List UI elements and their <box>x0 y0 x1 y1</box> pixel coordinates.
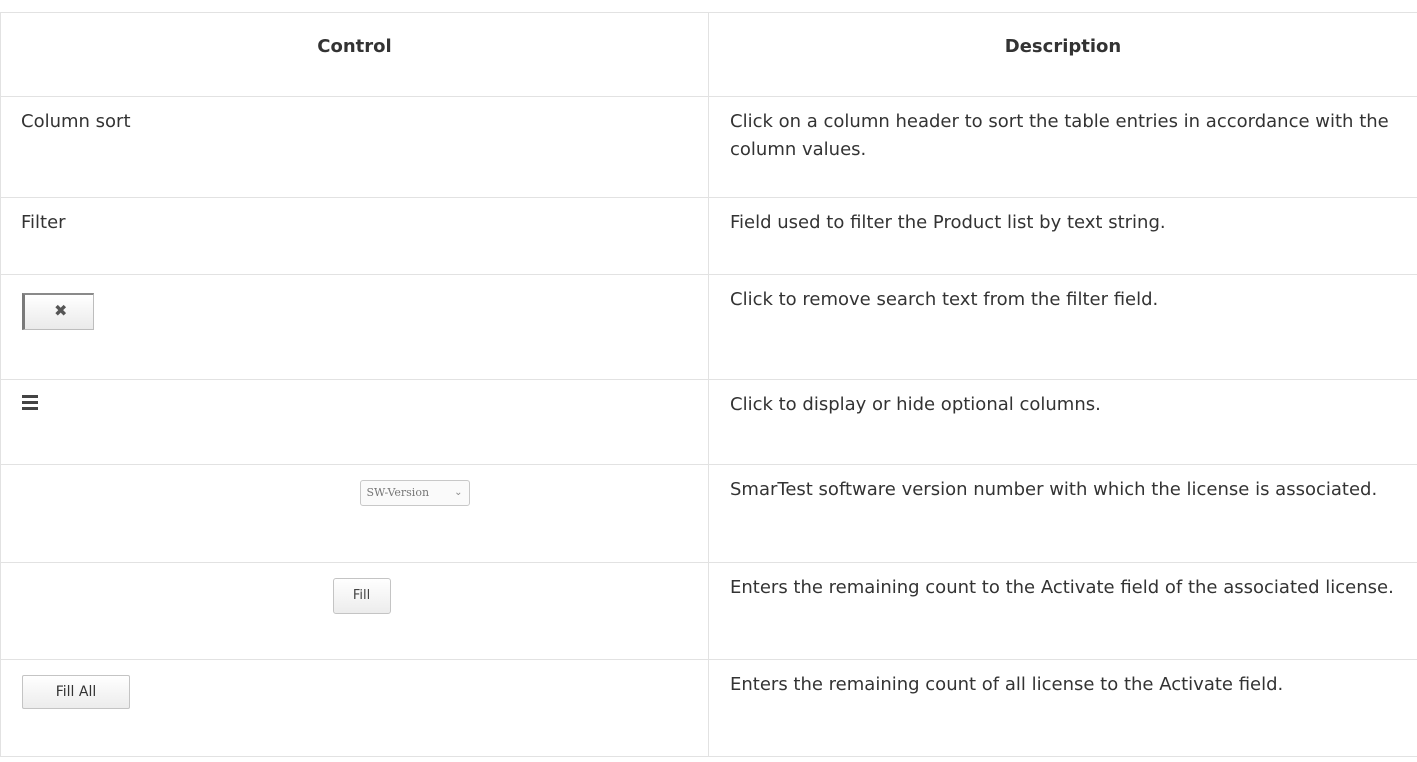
control-description: Enters the remaining count of all licens… <box>730 674 1284 695</box>
hamburger-menu-icon[interactable] <box>22 395 38 410</box>
control-description: Enters the remaining count to the Activa… <box>730 577 1394 598</box>
controls-table: Control Description Column sort Click on… <box>0 12 1417 757</box>
sw-version-select[interactable]: SW-Version ⌄ <box>359 480 470 506</box>
control-name: Column sort <box>21 111 131 132</box>
table-row: Filter Field used to filter the Product … <box>0 197 1417 275</box>
sw-version-select-value: SW-Version <box>366 486 430 499</box>
table-row: ✖ Click to remove search text from the f… <box>0 274 1417 380</box>
control-name: Filter <box>21 212 66 233</box>
table-row: Fill Enters the remaining count to the A… <box>0 562 1417 660</box>
table-row: Click to display or hide optional column… <box>0 379 1417 465</box>
document-page: Control Description Column sort Click on… <box>0 12 1417 757</box>
clear-x-icon: ✖ <box>54 301 68 320</box>
header-description: Description <box>708 12 1417 97</box>
control-description: Field used to filter the Product list by… <box>730 212 1166 233</box>
header-control: Control <box>0 12 709 97</box>
control-description: Click to remove search text from the fil… <box>730 289 1159 310</box>
fill-all-button[interactable]: Fill All <box>22 675 130 709</box>
chevron-down-icon: ⌄ <box>454 487 463 498</box>
control-description: SmarTest software version number with wh… <box>730 479 1378 500</box>
control-description: Click to display or hide optional column… <box>730 394 1101 415</box>
table-header-row: Control Description <box>0 12 1417 97</box>
table-row: Fill All Enters the remaining count of a… <box>0 659 1417 757</box>
control-description: Click on a column header to sort the tab… <box>730 111 1389 160</box>
fill-button[interactable]: Fill <box>332 578 391 614</box>
clear-filter-button[interactable]: ✖ <box>22 293 94 330</box>
table-row: Column sort Click on a column header to … <box>0 96 1417 198</box>
table-row: SW-Version ⌄ SmarTest software version n… <box>0 464 1417 563</box>
